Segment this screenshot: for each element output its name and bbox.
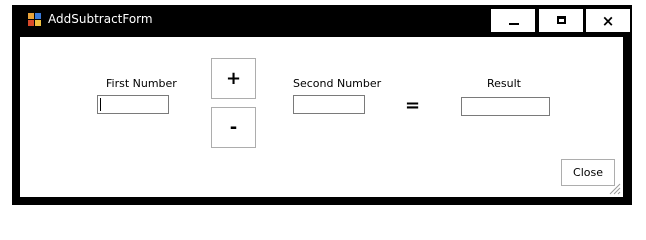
add-button[interactable]: + [211, 58, 256, 99]
result-input[interactable] [462, 101, 549, 118]
form-app-icon [28, 13, 42, 27]
equals-sign: = [405, 95, 421, 116]
maximize-icon [557, 16, 566, 24]
minimize-icon [509, 23, 519, 25]
title-bar[interactable]: AddSubtractForm × [12, 5, 632, 35]
second-number-input[interactable] [294, 99, 364, 116]
second-number-label: Second Number [293, 77, 382, 90]
minimize-button[interactable] [490, 8, 536, 33]
first-number-input[interactable] [98, 99, 168, 116]
second-number-field[interactable] [293, 95, 365, 116]
first-number-field[interactable] [97, 95, 169, 116]
resize-grip-icon[interactable] [609, 183, 621, 195]
result-field[interactable] [461, 97, 550, 118]
window-title: AddSubtractForm [48, 12, 153, 26]
close-icon: × [601, 12, 615, 30]
close-window-button[interactable]: × [585, 8, 631, 33]
maximize-button[interactable] [538, 8, 584, 33]
first-number-label: First Number [106, 77, 177, 90]
close-button[interactable]: Close [561, 159, 615, 186]
subtract-button[interactable]: - [211, 107, 256, 148]
app-window: AddSubtractForm × First Number + - Secon… [12, 5, 632, 205]
form-client-area: First Number + - Second Number = Result … [20, 37, 623, 197]
result-label: Result [487, 77, 521, 90]
text-caret [100, 98, 101, 111]
